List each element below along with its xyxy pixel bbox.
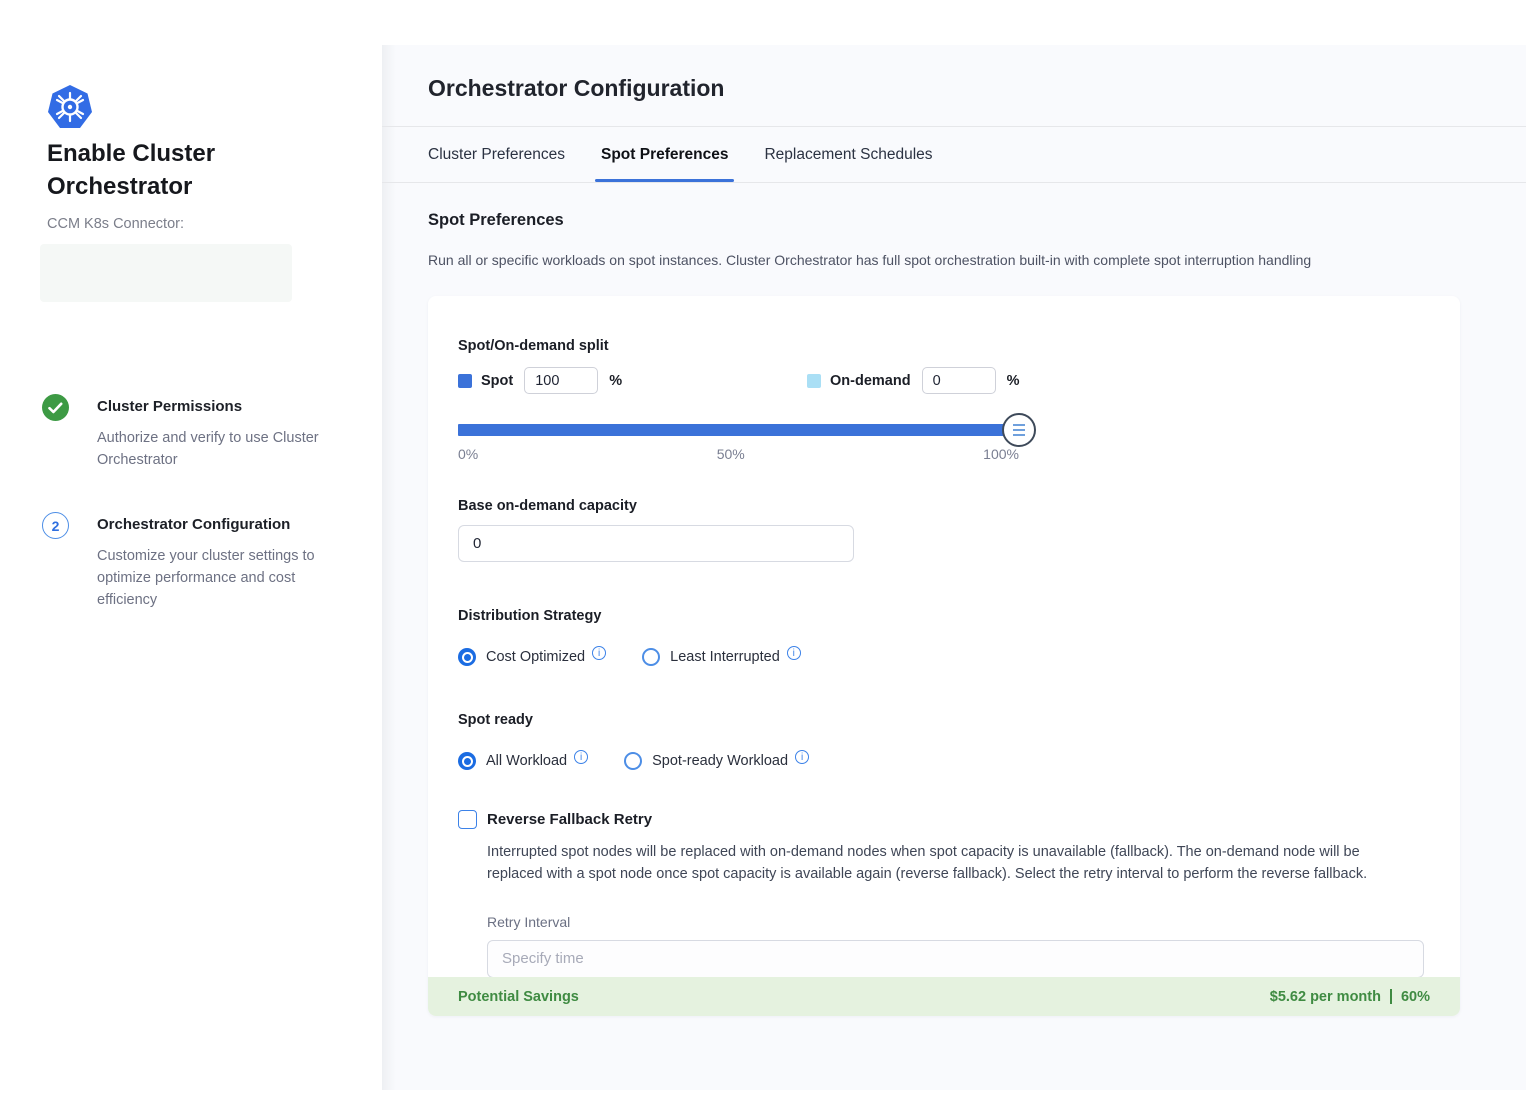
spot-ready-label: Spot ready: [458, 712, 1430, 728]
wizard-title: Enable Cluster Orchestrator: [47, 138, 297, 204]
reverse-fallback-description: Interrupted spot nodes will be replaced …: [487, 841, 1412, 886]
radio-selected-icon[interactable]: [458, 648, 476, 666]
ondemand-label: On-demand: [830, 373, 911, 389]
scale-50: 50%: [717, 446, 745, 462]
kubernetes-icon: [47, 84, 93, 130]
ondemand-swatch-icon: [807, 374, 821, 388]
tab-spot-preferences[interactable]: Spot Preferences: [601, 127, 729, 182]
step-title: Orchestrator Configuration: [97, 516, 290, 533]
scale-100: 100%: [983, 446, 1019, 462]
retry-interval-input[interactable]: [487, 940, 1424, 978]
slider-handle-icon[interactable]: [1002, 413, 1036, 447]
split-legend-row: Spot % On-demand %: [458, 367, 1430, 394]
tab-cluster-preferences[interactable]: Cluster Preferences: [428, 127, 565, 182]
savings-separator: [1390, 989, 1392, 1004]
retry-interval-label: Retry Interval: [487, 914, 1430, 930]
tab-bar: Cluster Preferences Spot Preferences Rep…: [382, 127, 1526, 182]
radio-spot-ready-workload[interactable]: Spot-ready Workload i: [624, 752, 809, 770]
info-icon[interactable]: i: [592, 646, 606, 660]
radio-unselected-icon[interactable]: [642, 648, 660, 666]
radio-cost-optimized[interactable]: Cost Optimized i: [458, 648, 606, 666]
percent-sign: %: [1007, 373, 1020, 389]
spot-swatch-icon: [458, 374, 472, 388]
radio-unselected-icon[interactable]: [624, 752, 642, 770]
split-slider[interactable]: 0% 50% 100%: [458, 424, 1019, 462]
spot-label: Spot: [481, 373, 513, 389]
split-label: Spot/On-demand split: [458, 338, 1430, 354]
spot-preferences-content: Spot Preferences Run all or specific wor…: [382, 183, 1526, 1016]
distribution-strategy-label: Distribution Strategy: [458, 608, 1430, 624]
spot-ready-options: All Workload i Spot-ready Workload i: [458, 752, 1430, 770]
radio-all-workload[interactable]: All Workload i: [458, 752, 588, 770]
step-title: Cluster Permissions: [97, 398, 242, 415]
reverse-fallback-row: Reverse Fallback Retry: [458, 810, 1430, 829]
ondemand-legend-group: On-demand %: [807, 367, 1019, 394]
info-icon[interactable]: i: [574, 750, 588, 764]
slider-track[interactable]: [458, 424, 1019, 436]
connector-label: CCM K8s Connector:: [47, 216, 184, 232]
base-capacity-input[interactable]: [458, 525, 854, 562]
page-title: Orchestrator Configuration: [382, 45, 1526, 102]
orchestrator-configuration-panel: Orchestrator Configuration Cluster Prefe…: [382, 45, 1526, 1090]
check-circle-icon: [42, 394, 69, 421]
potential-savings-bar: Potential Savings $5.62 per month60%: [428, 977, 1460, 1016]
info-icon[interactable]: i: [787, 646, 801, 660]
radio-selected-icon[interactable]: [458, 752, 476, 770]
section-description: Run all or specific workloads on spot in…: [428, 252, 1526, 268]
step-description: Customize your cluster settings to optim…: [97, 546, 322, 611]
spot-preferences-card: Spot/On-demand split Spot % On-demand %: [428, 296, 1460, 1016]
ondemand-percent-input[interactable]: [922, 367, 996, 394]
slider-scale: 0% 50% 100%: [458, 446, 1019, 462]
tab-replacement-schedules[interactable]: Replacement Schedules: [764, 127, 932, 182]
connector-value-chip: [40, 244, 292, 302]
potential-savings-value: $5.62 per month60%: [1270, 989, 1430, 1005]
radio-least-interrupted[interactable]: Least Interrupted i: [642, 648, 801, 666]
percent-sign: %: [609, 373, 622, 389]
spot-legend-group: Spot %: [458, 367, 807, 394]
info-icon[interactable]: i: [795, 750, 809, 764]
spot-percent-input[interactable]: [524, 367, 598, 394]
step-description: Authorize and verify to use Cluster Orch…: [97, 428, 322, 472]
potential-savings-label: Potential Savings: [458, 989, 579, 1005]
reverse-fallback-label: Reverse Fallback Retry: [487, 811, 652, 828]
scale-0: 0%: [458, 446, 478, 462]
step-number-badge: 2: [42, 512, 69, 539]
reverse-fallback-checkbox[interactable]: [458, 810, 477, 829]
wizard-sidebar: Enable Cluster Orchestrator CCM K8s Conn…: [0, 0, 382, 1094]
distribution-strategy-options: Cost Optimized i Least Interrupted i: [458, 648, 1430, 666]
base-capacity-label: Base on-demand capacity: [458, 498, 1430, 514]
section-title: Spot Preferences: [428, 211, 1526, 230]
